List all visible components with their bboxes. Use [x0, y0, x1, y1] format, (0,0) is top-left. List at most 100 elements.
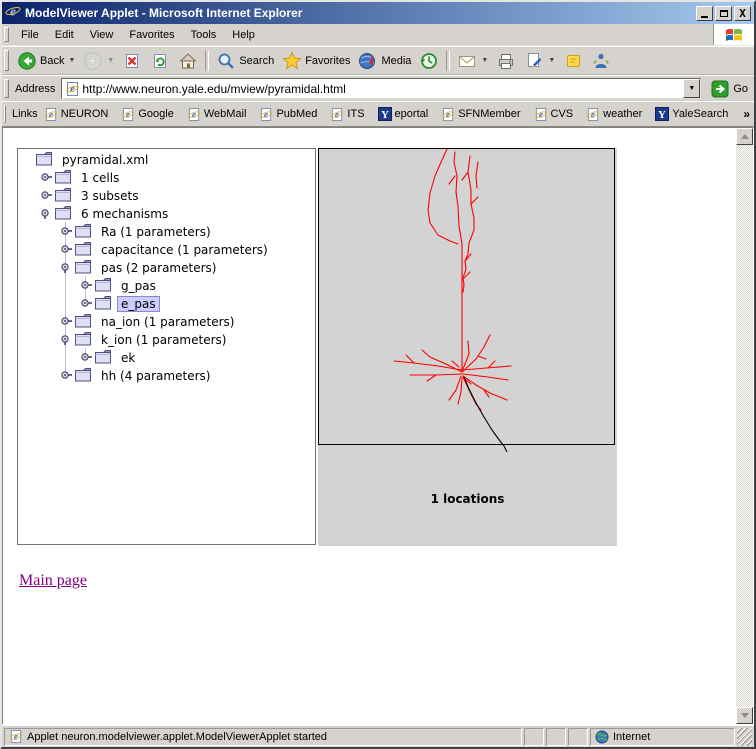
menu-item-file[interactable]: File [13, 27, 47, 43]
tree-node-1-cells[interactable]: 1 cells [18, 169, 315, 187]
menu-item-edit[interactable]: Edit [47, 27, 82, 43]
address-input-wrap: e ▼ [61, 78, 701, 99]
toolbar-grip[interactable] [4, 27, 9, 42]
maximize-button[interactable] [715, 6, 732, 21]
tree-node-k-ion-1-parameters[interactable]: k_ion (1 parameters) [18, 331, 315, 349]
tree-node-label[interactable]: k_ion (1 parameters) [97, 332, 230, 348]
address-input[interactable] [80, 81, 683, 97]
link-item-webmail[interactable]: eWebMail [187, 107, 247, 122]
expand-handle-icon[interactable] [60, 225, 72, 240]
search-button[interactable]: Search [212, 50, 278, 72]
menu-item-view[interactable]: View [82, 27, 122, 43]
menu-item-help[interactable]: Help [224, 27, 263, 43]
shape-viewer-panel[interactable]: 1 locations [318, 148, 617, 546]
toolbar-grip[interactable] [4, 50, 9, 71]
link-label: WebMail [204, 108, 247, 120]
forward-button[interactable]: ▼ [79, 50, 118, 72]
back-button[interactable]: Back ▼ [13, 50, 79, 72]
tree-node-label[interactable]: Ra (1 parameters) [97, 224, 215, 240]
menu-item-favorites[interactable]: Favorites [121, 27, 182, 43]
address-dropdown-button[interactable]: ▼ [683, 79, 700, 98]
tree-node-label[interactable]: na_ion (1 parameters) [97, 314, 238, 330]
main-page-link[interactable]: Main page [19, 572, 87, 590]
tree-node-label[interactable]: hh (4 parameters) [97, 368, 214, 384]
expand-handle-icon[interactable] [60, 369, 72, 384]
status-pane [524, 728, 544, 746]
expand-handle-icon[interactable] [80, 351, 92, 366]
tree-node-label[interactable]: 6 mechanisms [77, 206, 172, 222]
link-item-its[interactable]: eITS [330, 107, 364, 122]
link-item-sfnmember[interactable]: eSFNMember [441, 107, 520, 122]
model-tree-panel: pyramidal.xml 1 cells 3 subsets 6 mechanism… [17, 148, 316, 545]
link-item-neuron[interactable]: eNEURON [44, 107, 109, 122]
tree-node-label[interactable]: 3 subsets [77, 188, 143, 204]
media-button[interactable]: Media [354, 50, 415, 72]
expand-handle-icon[interactable] [40, 189, 52, 204]
home-button[interactable] [174, 50, 202, 72]
expand-handle-icon[interactable] [60, 243, 72, 258]
expand-handle-icon[interactable] [80, 297, 92, 312]
back-icon [17, 51, 37, 71]
tree-node-3-subsets[interactable]: 3 subsets [18, 187, 315, 205]
tree-node-pyramidal-xml[interactable]: pyramidal.xml [18, 151, 315, 169]
print-button[interactable] [492, 50, 520, 72]
discuss-button[interactable] [559, 50, 587, 72]
tree-node-6-mechanisms[interactable]: 6 mechanisms [18, 205, 315, 223]
svg-text:Y: Y [658, 109, 666, 121]
edit-icon [524, 51, 544, 71]
link-item-cvs[interactable]: eCVS [534, 107, 574, 122]
tree-node-label[interactable]: e_pas [117, 296, 160, 312]
refresh-button[interactable] [146, 50, 174, 72]
tree-node-na-ion-1-parameters[interactable]: na_ion (1 parameters) [18, 313, 315, 331]
tree-node-label[interactable]: pas (2 parameters) [97, 260, 220, 276]
collapse-handle-icon[interactable] [60, 333, 72, 348]
link-item-google[interactable]: eGoogle [121, 107, 173, 122]
links-overflow-chevron[interactable]: » [741, 107, 752, 121]
link-label: NEURON [61, 108, 109, 120]
tree-node-capacitance-1-parameters[interactable]: capacitance (1 parameters) [18, 241, 315, 259]
messenger-button[interactable] [587, 50, 615, 72]
resize-grip[interactable] [737, 728, 752, 746]
tree-node-label[interactable]: 1 cells [77, 170, 123, 186]
close-button[interactable]: X [734, 6, 751, 21]
link-item-yalesearch[interactable]: YYaleSearch [655, 107, 728, 121]
collapse-handle-icon[interactable] [60, 261, 72, 276]
tree-node-e-pas[interactable]: e_pas [18, 295, 315, 313]
edit-button[interactable]: ▼ [520, 50, 559, 72]
toolbar-grip[interactable] [4, 105, 6, 123]
tree-node-hh-4-parameters[interactable]: hh (4 parameters) [18, 367, 315, 385]
stop-button[interactable] [118, 50, 146, 72]
scroll-up-button[interactable] [736, 128, 753, 145]
link-item-eportal[interactable]: Yeportal [378, 107, 429, 121]
history-button[interactable] [415, 50, 443, 72]
maximize-icon [720, 10, 728, 17]
tree-node-label[interactable]: capacitance (1 parameters) [97, 242, 272, 258]
mail-dropdown-icon[interactable]: ▼ [481, 57, 488, 64]
ie-page-icon: e [586, 107, 600, 122]
expand-handle-icon[interactable] [60, 315, 72, 330]
tree-node-label[interactable]: g_pas [117, 278, 160, 294]
tree-node-ra-1-parameters[interactable]: Ra (1 parameters) [18, 223, 315, 241]
link-item-weather[interactable]: eweather [586, 107, 642, 122]
back-label: Back [40, 55, 64, 67]
expand-handle-icon[interactable] [80, 279, 92, 294]
go-button[interactable]: Go [707, 79, 754, 99]
tree-node-label[interactable]: pyramidal.xml [58, 152, 152, 168]
expand-handle-icon[interactable] [40, 171, 52, 186]
tree-node-g-pas[interactable]: g_pas [18, 277, 315, 295]
tree-node-label[interactable]: ek [117, 350, 139, 366]
mail-button[interactable]: ▼ [453, 50, 492, 72]
favorites-button[interactable]: Favorites [278, 50, 354, 72]
back-dropdown-icon[interactable]: ▼ [68, 57, 75, 64]
scroll-down-button[interactable] [736, 707, 753, 724]
forward-dropdown-icon[interactable]: ▼ [107, 57, 114, 64]
vertical-scrollbar[interactable] [736, 128, 753, 724]
link-item-pubmed[interactable]: ePubMed [259, 107, 317, 122]
tree-node-ek[interactable]: ek [18, 349, 315, 367]
minimize-button[interactable] [696, 6, 713, 21]
collapse-handle-icon[interactable] [40, 207, 52, 222]
tree-node-pas-2-parameters[interactable]: pas (2 parameters) [18, 259, 315, 277]
menu-item-tools[interactable]: Tools [183, 27, 225, 43]
toolbar-grip[interactable] [4, 79, 9, 98]
edit-dropdown-icon[interactable]: ▼ [548, 57, 555, 64]
